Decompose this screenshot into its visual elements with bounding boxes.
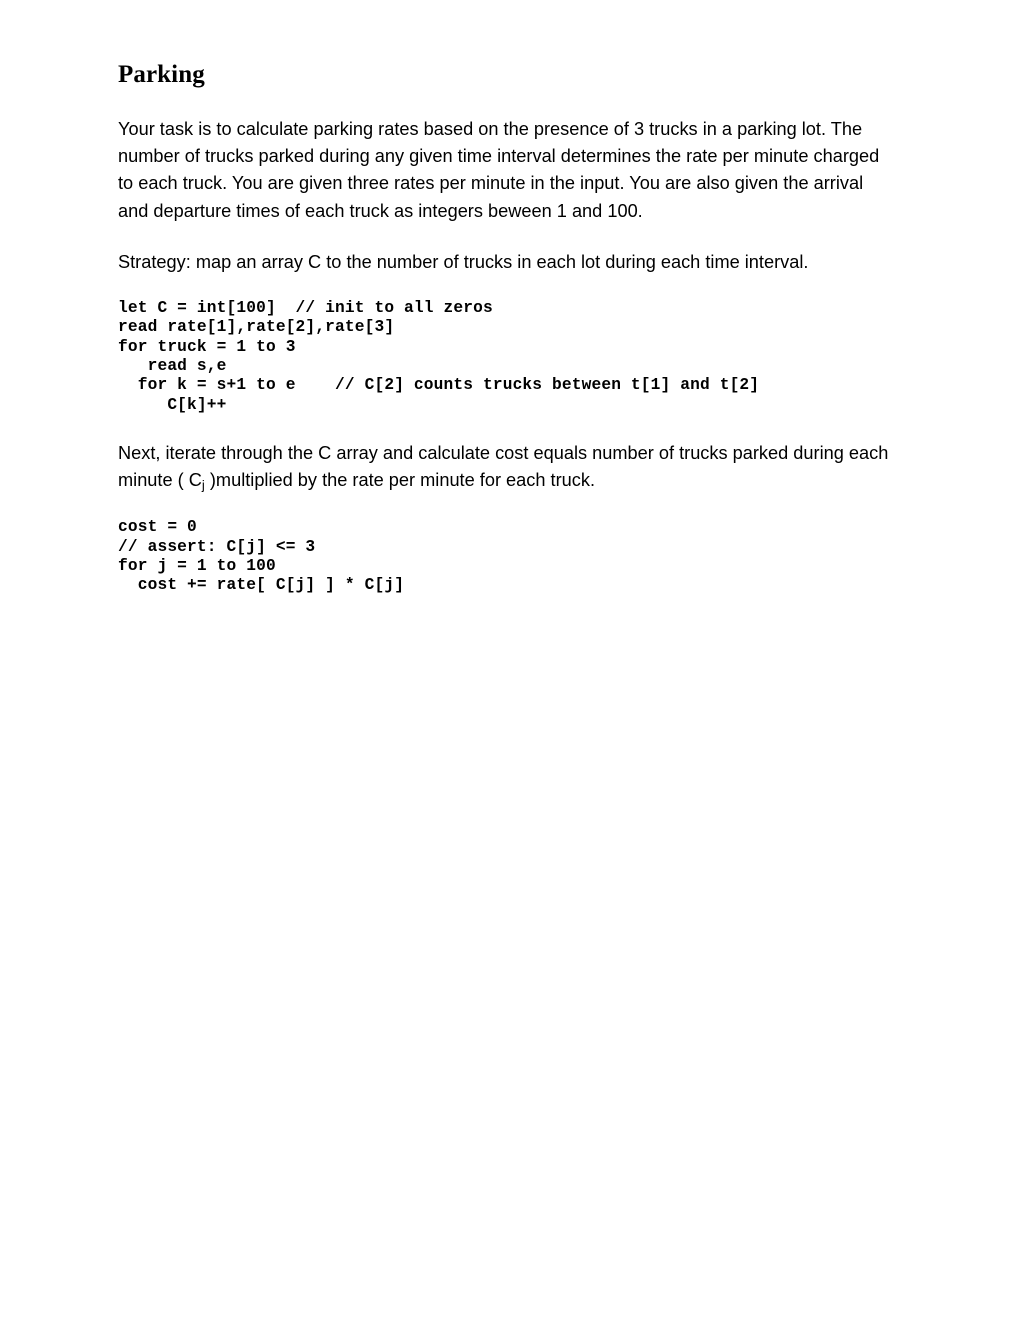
document-body: Parking Your task is to calculate parkin… [118, 60, 893, 595]
code-block-cost: cost = 0 // assert: C[j] <= 3 for j = 1 … [118, 518, 405, 595]
next-paragraph: Next, iterate through the C array and ca… [118, 440, 893, 494]
strategy-paragraph: Strategy: map an array C to the number o… [118, 251, 809, 272]
next-paragraph-suffix: )multiplied by the rate per minute for e… [204, 470, 596, 490]
intro-paragraph: Your task is to calculate parking rates … [118, 119, 880, 221]
code-block-counting: let C = int[100] // init to all zeros re… [118, 299, 760, 414]
page-title: Parking [118, 61, 205, 88]
document-page: Parking Your task is to calculate parkin… [0, 0, 1020, 1320]
